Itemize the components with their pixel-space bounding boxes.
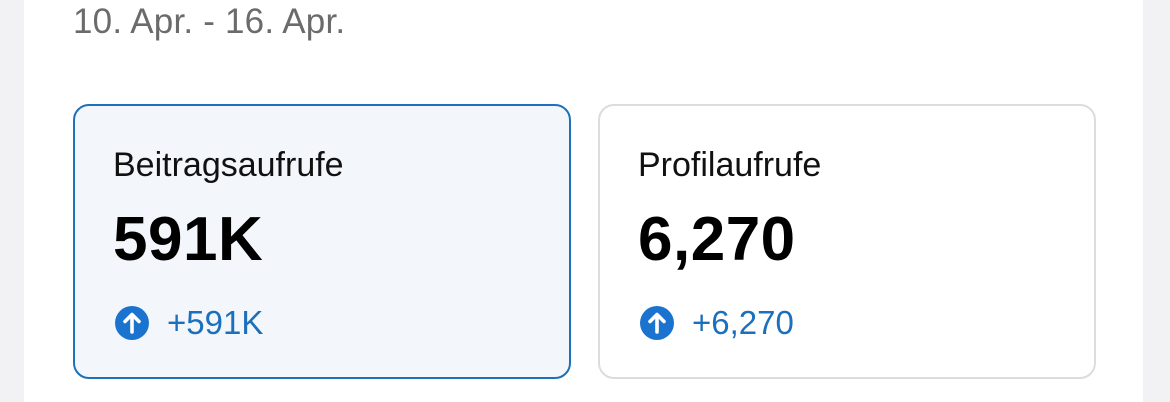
- arrow-up-circle-icon: [115, 306, 149, 340]
- arrow-up-circle-icon: [640, 306, 674, 340]
- profile-views-title: Profilaufrufe: [638, 146, 822, 184]
- post-views-value: 591K: [113, 205, 264, 274]
- date-range-label: 10. Apr. - 16. Apr.: [73, 2, 346, 41]
- profile-views-change: +6,270: [638, 304, 794, 342]
- profile-views-value: 6,270: [638, 205, 796, 274]
- post-views-card[interactable]: Beitragsaufrufe 591K +591K: [73, 104, 571, 379]
- post-views-title: Beitragsaufrufe: [113, 146, 344, 184]
- profile-views-change-text: +6,270: [692, 304, 794, 341]
- post-views-change-text: +591K: [167, 304, 264, 341]
- post-views-change: +591K: [113, 304, 263, 342]
- profile-views-card[interactable]: Profilaufrufe 6,270 +6,270: [598, 104, 1096, 379]
